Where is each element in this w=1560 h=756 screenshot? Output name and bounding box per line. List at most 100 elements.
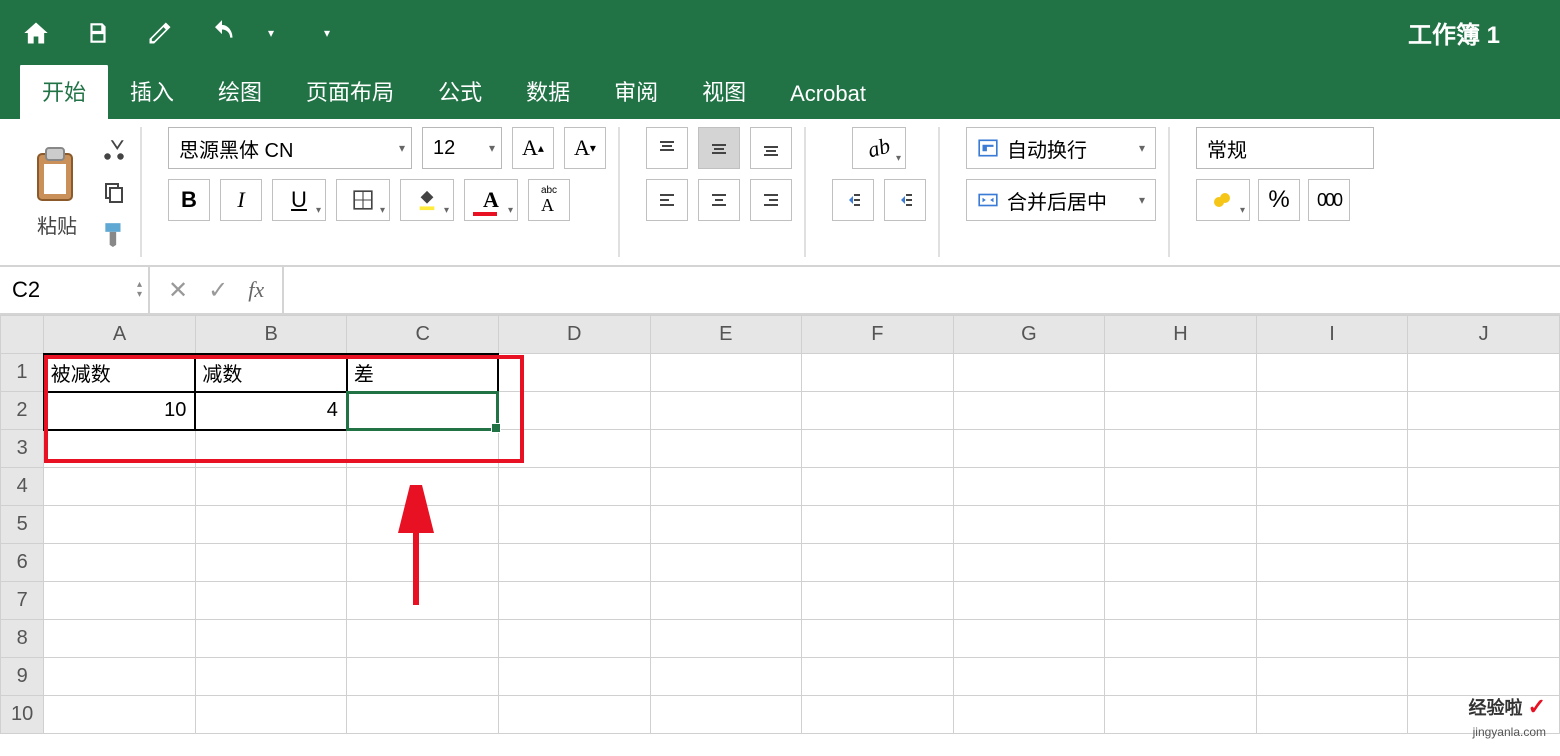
cell-E4[interactable] bbox=[650, 468, 802, 506]
tab-page-layout[interactable]: 页面布局 bbox=[284, 63, 416, 119]
cell-A6[interactable] bbox=[44, 544, 196, 582]
wrap-text-button[interactable]: 自动换行 ▾ bbox=[966, 127, 1156, 169]
cell-H10[interactable] bbox=[1105, 696, 1257, 734]
merge-center-button[interactable]: 合并后居中 ▾ bbox=[966, 179, 1156, 221]
comma-style-button[interactable]: 000 bbox=[1308, 179, 1350, 221]
cell-E6[interactable] bbox=[650, 544, 802, 582]
row-header-3[interactable]: 3 bbox=[1, 430, 44, 468]
home-icon[interactable] bbox=[20, 17, 52, 49]
qat-customize-icon[interactable]: ▾ bbox=[324, 26, 330, 40]
cell-C8[interactable] bbox=[347, 620, 499, 658]
align-left-button[interactable] bbox=[646, 179, 688, 221]
cell-G3[interactable] bbox=[953, 430, 1105, 468]
cell-I9[interactable] bbox=[1256, 658, 1408, 696]
cell-A4[interactable] bbox=[44, 468, 196, 506]
cell-H1[interactable] bbox=[1105, 354, 1257, 392]
cell-B6[interactable] bbox=[195, 544, 347, 582]
row-header-1[interactable]: 1 bbox=[1, 354, 44, 392]
name-box-stepper-icon[interactable]: ▴▾ bbox=[137, 280, 142, 300]
cell-H9[interactable] bbox=[1105, 658, 1257, 696]
cell-D9[interactable] bbox=[498, 658, 650, 696]
cell-A8[interactable] bbox=[44, 620, 196, 658]
cell-I5[interactable] bbox=[1256, 506, 1408, 544]
cell-A9[interactable] bbox=[44, 658, 196, 696]
cell-G10[interactable] bbox=[953, 696, 1105, 734]
align-right-button[interactable] bbox=[750, 179, 792, 221]
row-header-5[interactable]: 5 bbox=[1, 506, 44, 544]
cell-A2[interactable]: 10 bbox=[44, 392, 196, 430]
cell-B8[interactable] bbox=[195, 620, 347, 658]
cell-H4[interactable] bbox=[1105, 468, 1257, 506]
increase-font-button[interactable]: A▴ bbox=[512, 127, 554, 169]
cell-B4[interactable] bbox=[195, 468, 347, 506]
cell-D6[interactable] bbox=[498, 544, 650, 582]
formula-input[interactable] bbox=[284, 267, 1560, 313]
cell-A1[interactable]: 被减数 bbox=[44, 354, 196, 392]
tab-draw[interactable]: 绘图 bbox=[196, 63, 284, 119]
undo-dropdown-icon[interactable]: ▾ bbox=[268, 26, 274, 40]
row-header-10[interactable]: 10 bbox=[1, 696, 44, 734]
tab-view[interactable]: 视图 bbox=[680, 63, 768, 119]
font-size-select[interactable]: 12 ▾ bbox=[422, 127, 502, 169]
cell-F10[interactable] bbox=[802, 696, 954, 734]
cell-F3[interactable] bbox=[802, 430, 954, 468]
cell-I6[interactable] bbox=[1256, 544, 1408, 582]
cell-H5[interactable] bbox=[1105, 506, 1257, 544]
number-format-select[interactable]: 常规 bbox=[1196, 127, 1374, 169]
tab-data[interactable]: 数据 bbox=[504, 63, 592, 119]
cell-F4[interactable] bbox=[802, 468, 954, 506]
cell-G2[interactable] bbox=[953, 392, 1105, 430]
align-middle-button[interactable] bbox=[698, 127, 740, 169]
fx-label[interactable]: fx bbox=[248, 277, 264, 303]
cell-J5[interactable] bbox=[1408, 506, 1560, 544]
col-header-H[interactable]: H bbox=[1105, 316, 1257, 354]
cell-H8[interactable] bbox=[1105, 620, 1257, 658]
cell-C3[interactable] bbox=[347, 430, 499, 468]
cell-D3[interactable] bbox=[498, 430, 650, 468]
cell-I8[interactable] bbox=[1256, 620, 1408, 658]
paste-icon[interactable] bbox=[30, 146, 84, 206]
bold-button[interactable]: B bbox=[168, 179, 210, 221]
undo-icon[interactable] bbox=[206, 17, 238, 49]
edit-icon[interactable] bbox=[144, 17, 176, 49]
currency-button[interactable] bbox=[1196, 179, 1250, 221]
cell-A3[interactable] bbox=[44, 430, 196, 468]
percent-button[interactable]: % bbox=[1258, 179, 1300, 221]
cell-E1[interactable] bbox=[650, 354, 802, 392]
cut-icon[interactable] bbox=[100, 136, 128, 164]
col-header-F[interactable]: F bbox=[802, 316, 954, 354]
cell-F6[interactable] bbox=[802, 544, 954, 582]
underline-button[interactable]: U bbox=[272, 179, 326, 221]
cell-I10[interactable] bbox=[1256, 696, 1408, 734]
phonetic-guide-button[interactable]: abcA bbox=[528, 179, 570, 221]
copy-icon[interactable] bbox=[100, 178, 128, 206]
cell-C6[interactable] bbox=[347, 544, 499, 582]
align-top-button[interactable] bbox=[646, 127, 688, 169]
row-header-4[interactable]: 4 bbox=[1, 468, 44, 506]
col-header-A[interactable]: A bbox=[44, 316, 196, 354]
cell-E8[interactable] bbox=[650, 620, 802, 658]
cell-I7[interactable] bbox=[1256, 582, 1408, 620]
cell-C5[interactable] bbox=[347, 506, 499, 544]
cell-C10[interactable] bbox=[347, 696, 499, 734]
cancel-formula-icon[interactable]: ✕ bbox=[168, 276, 188, 305]
cell-B9[interactable] bbox=[195, 658, 347, 696]
cell-D1[interactable] bbox=[498, 354, 650, 392]
cell-D7[interactable] bbox=[498, 582, 650, 620]
cell-C1[interactable]: 差 bbox=[347, 354, 499, 392]
col-header-E[interactable]: E bbox=[650, 316, 802, 354]
cell-J9[interactable] bbox=[1408, 658, 1560, 696]
cell-D4[interactable] bbox=[498, 468, 650, 506]
cell-B10[interactable] bbox=[195, 696, 347, 734]
row-header-9[interactable]: 9 bbox=[1, 658, 44, 696]
cell-C4[interactable] bbox=[347, 468, 499, 506]
borders-button[interactable] bbox=[336, 179, 390, 221]
cell-C2[interactable] bbox=[347, 392, 499, 430]
cell-I2[interactable] bbox=[1256, 392, 1408, 430]
cell-G5[interactable] bbox=[953, 506, 1105, 544]
cell-J6[interactable] bbox=[1408, 544, 1560, 582]
cell-G6[interactable] bbox=[953, 544, 1105, 582]
cell-F1[interactable] bbox=[802, 354, 954, 392]
increase-indent-button[interactable] bbox=[884, 179, 926, 221]
cell-J8[interactable] bbox=[1408, 620, 1560, 658]
